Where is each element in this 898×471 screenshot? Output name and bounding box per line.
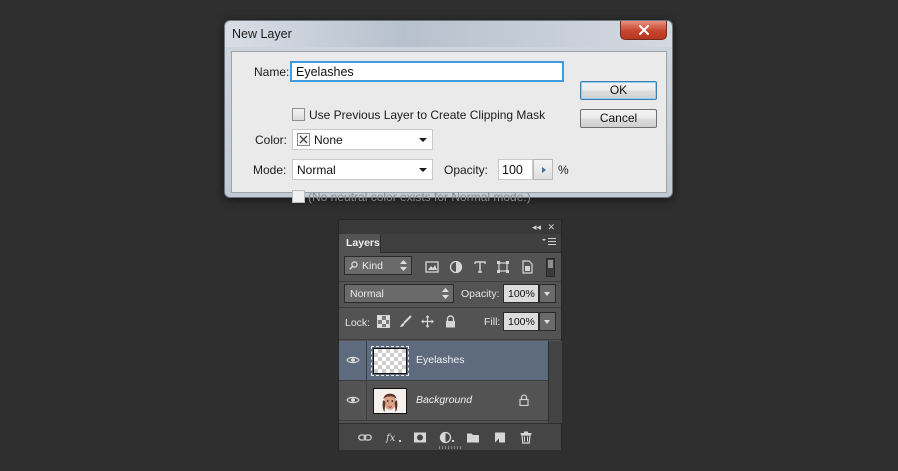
dialog-close-button[interactable] (620, 21, 667, 40)
color-select[interactable]: None (292, 129, 433, 150)
filter-toggle-switch[interactable] (546, 258, 555, 277)
close-icon[interactable]: ✕ (547, 222, 555, 232)
lock-icon[interactable] (444, 315, 457, 328)
chevron-down-icon (419, 168, 427, 172)
resize-grip[interactable] (439, 446, 463, 449)
brush-icon[interactable] (399, 315, 412, 328)
panel-opacity-dropdown[interactable] (539, 284, 556, 303)
layer-thumbnail[interactable] (371, 346, 409, 376)
close-icon (638, 25, 649, 35)
layers-bottom-toolbar: fx (339, 423, 561, 450)
svg-text:fx: fx (385, 433, 396, 444)
clipping-mask-label: Use Previous Layer to Create Clipping Ma… (309, 108, 546, 122)
layer-row[interactable]: Background (339, 381, 548, 421)
opacity-input[interactable]: 100 (498, 159, 533, 180)
layer-name[interactable]: Eyelashes (416, 354, 464, 366)
updown-arrows-icon (400, 260, 407, 271)
smart-object-filter-icon[interactable] (520, 260, 534, 274)
layer-name[interactable]: Background (416, 394, 472, 406)
panel-tabbar: Layers (339, 234, 561, 253)
mode-label: Mode: (253, 163, 287, 177)
eye-icon (346, 356, 360, 364)
layers-panel: ◂◂ ✕ Layers Kind Normal Opacity: 100% Lo… (338, 219, 562, 450)
filter-row: Kind (339, 254, 561, 282)
opacity-slider-button[interactable] (533, 159, 553, 180)
filter-kind-value: Kind (362, 260, 384, 272)
adjustment-filter-icon[interactable] (449, 260, 463, 274)
fx-icon[interactable]: fx (385, 431, 403, 444)
neutral-color-label: (No neutral color exists for Normal mode… (308, 190, 531, 204)
color-select-value: None (314, 133, 343, 147)
background-thumbnail[interactable] (373, 388, 407, 414)
shape-filter-icon[interactable] (496, 260, 510, 274)
panel-opacity-input[interactable]: 100% (503, 284, 539, 303)
color-label: Color: (255, 133, 288, 147)
fill-input[interactable]: 100% (503, 312, 539, 331)
move-icon[interactable] (421, 315, 434, 328)
lock-transparent-pixels-icon[interactable] (377, 315, 390, 328)
dialog-titlebar[interactable]: New Layer (225, 21, 672, 47)
pixel-filter-icon[interactable] (425, 260, 439, 274)
blend-mode-select[interactable]: Normal (344, 284, 454, 303)
lock-label: Lock: (345, 317, 371, 329)
panel-opacity-label: Opacity: (461, 288, 500, 300)
filter-kind-select[interactable]: Kind (344, 256, 412, 275)
percent-label: % (558, 163, 569, 177)
dialog-body: Name: Eyelashes Use Previous Layer to Cr… (231, 51, 667, 204)
updown-arrows-icon (442, 288, 449, 299)
search-icon (349, 261, 358, 270)
neutral-color-checkbox (292, 190, 305, 203)
blend-row: Normal Opacity: 100% (339, 282, 561, 308)
panel-menu-icon[interactable] (542, 237, 556, 247)
eye-icon (346, 396, 360, 404)
clipping-mask-checkbox[interactable] (292, 108, 305, 121)
layers-scrollbar[interactable] (548, 341, 562, 423)
folder-icon[interactable] (466, 431, 480, 444)
type-filter-icon[interactable] (473, 260, 487, 274)
lock-icon (519, 394, 529, 406)
visibility-toggle[interactable] (339, 341, 367, 381)
ok-button[interactable]: OK (580, 81, 657, 100)
layer-mask-icon[interactable] (413, 431, 427, 444)
layer-name-input[interactable]: Eyelashes (290, 61, 564, 82)
fill-label: Fill: (484, 316, 501, 328)
visibility-toggle[interactable] (339, 381, 367, 421)
tab-layers[interactable]: Layers (339, 234, 381, 253)
chevron-down-icon (419, 138, 427, 142)
opacity-label: Opacity: (444, 163, 489, 177)
name-label: Name: (254, 65, 290, 79)
dialog-title: New Layer (232, 27, 292, 41)
adjustment-layer-icon[interactable] (439, 431, 457, 444)
layer-row[interactable]: Eyelashes (339, 341, 548, 381)
fill-dropdown[interactable] (539, 312, 556, 331)
panel-header-strip[interactable]: ◂◂ ✕ (339, 220, 561, 234)
new-layer-dialog: New Layer Name: Eyelashes Use Previous L… (224, 20, 673, 204)
trash-icon[interactable] (519, 431, 533, 444)
no-color-swatch-icon (297, 133, 310, 146)
mode-select-value: Normal (297, 163, 336, 177)
new-layer-icon[interactable] (493, 431, 507, 444)
lock-row: Lock: Fill: 100% (339, 308, 561, 340)
collapse-icon[interactable]: ◂◂ (532, 222, 541, 232)
cancel-button[interactable]: Cancel (580, 109, 657, 128)
blend-mode-value: Normal (350, 288, 384, 300)
link-icon[interactable] (358, 431, 372, 444)
mode-select[interactable]: Normal (292, 159, 433, 180)
